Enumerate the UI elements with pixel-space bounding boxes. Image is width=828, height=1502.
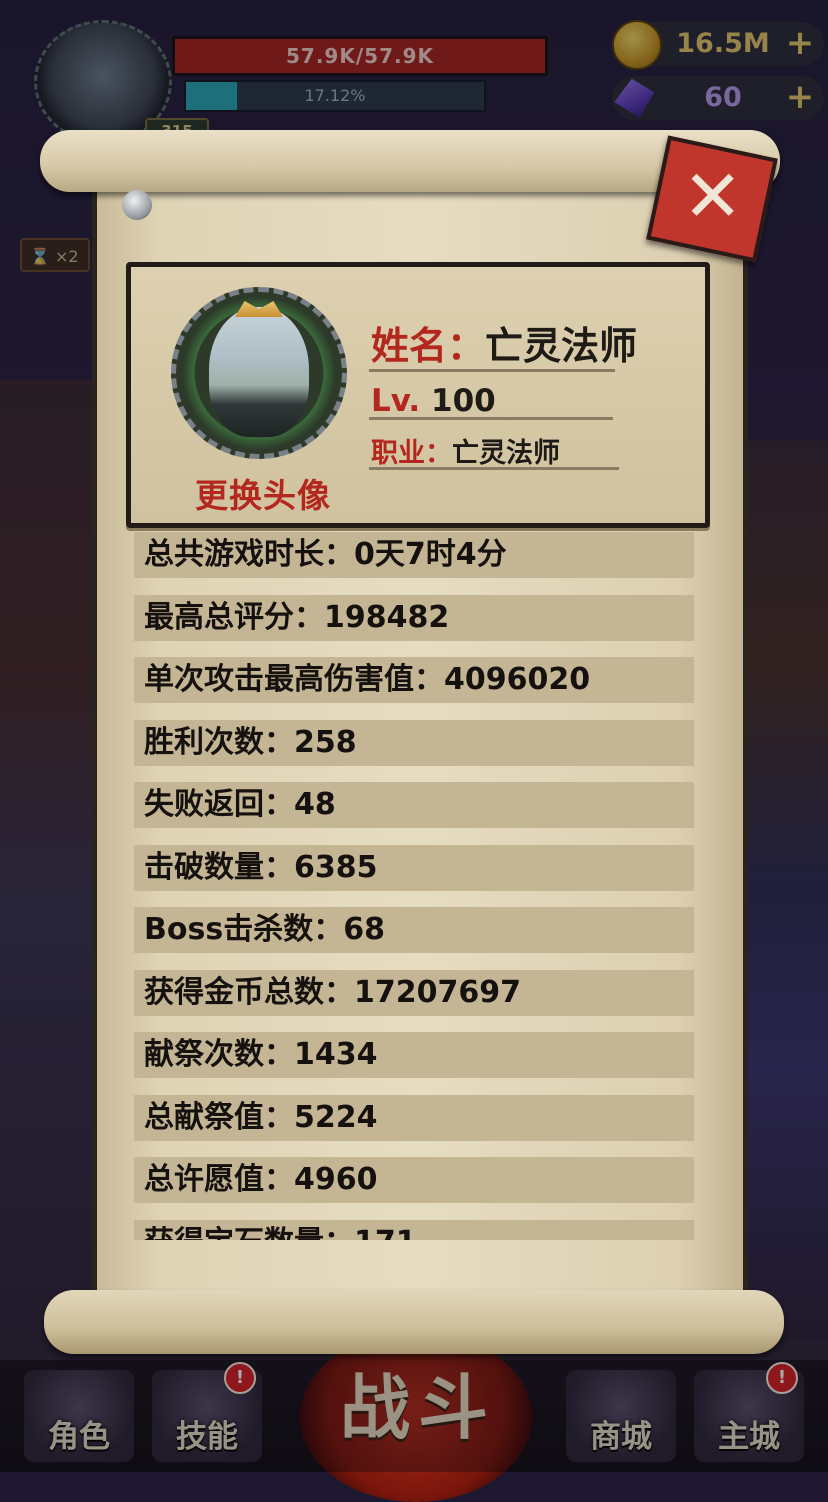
- stat-row: 总许愿值：4960: [134, 1157, 694, 1203]
- stat-row: 最高总评分：198482: [134, 594, 694, 641]
- scroll-bottom-roll: [44, 1290, 784, 1354]
- stat-label: 单次攻击最高伤害值：: [144, 662, 444, 697]
- stat-value: 171: [354, 1225, 417, 1241]
- stat-label: 总共游戏时长：: [144, 537, 354, 572]
- stat-label: 总献祭值：: [144, 1099, 294, 1135]
- stat-value: 4096020: [444, 662, 591, 697]
- stat-label: 击破数量：: [144, 849, 294, 885]
- stat-label: 失败返回：: [144, 787, 294, 822]
- stat-label: 获得宝石数量：: [144, 1225, 354, 1241]
- stat-row: 获得金币总数：17207697: [134, 969, 694, 1016]
- level-value: 100: [431, 383, 496, 419]
- name-label: 姓名：: [371, 324, 486, 368]
- stat-label: 胜利次数：: [144, 724, 294, 760]
- stat-label: 献祭次数：: [144, 1037, 294, 1072]
- stat-row: 总献祭值：5224: [134, 1094, 694, 1141]
- stat-label: Boss击杀数：: [144, 912, 344, 947]
- stat-label: 最高总评分：: [144, 599, 324, 635]
- stat-row: 单次攻击最高伤害值：4096020: [134, 657, 694, 703]
- stat-row: 失败返回：48: [134, 782, 694, 828]
- stat-row: Boss击杀数：68: [134, 907, 694, 953]
- level-row: Lv. 100: [371, 383, 496, 419]
- character-face: [209, 307, 309, 437]
- stats-list[interactable]: 总共游戏时长：0天7时4分 最高总评分：198482 单次攻击最高伤害值：40960…: [134, 532, 694, 1240]
- stat-value: 0天7时4分: [354, 537, 507, 572]
- job-row: 职业：亡灵法师: [371, 431, 560, 470]
- stat-label: 获得金币总数：: [144, 974, 354, 1010]
- stat-row: 击破数量：6385: [134, 844, 694, 891]
- level-label: Lv.: [371, 383, 421, 419]
- stat-value: 6385: [294, 849, 378, 885]
- pin-icon: [122, 190, 152, 220]
- stat-value: 258: [294, 724, 357, 760]
- stat-value: 4960: [294, 1162, 378, 1197]
- name-value: 亡灵法师: [485, 324, 638, 368]
- stat-row: 总共游戏时长：0天7时4分: [134, 532, 694, 578]
- stat-row: 献祭次数：1434: [134, 1032, 694, 1078]
- stat-value: 5224: [294, 1099, 378, 1135]
- stat-row: 胜利次数：258: [134, 719, 694, 766]
- job-value: 亡灵法师: [452, 438, 560, 469]
- stat-label: 总许愿值：: [144, 1162, 294, 1197]
- stat-row: 获得宝石数量：171: [134, 1219, 694, 1241]
- change-avatar-button[interactable]: 更换头像: [183, 469, 343, 517]
- stat-value: 48: [294, 787, 336, 822]
- divider: [369, 417, 613, 420]
- close-button[interactable]: ✕: [646, 135, 778, 263]
- close-icon: ✕: [682, 154, 743, 239]
- character-portrait[interactable]: [171, 287, 347, 459]
- divider: [369, 467, 619, 470]
- profile-card: 更换头像 姓名：亡灵法师 Lv. 100 职业：亡灵法师: [126, 262, 710, 528]
- name-row: 姓名：亡灵法师: [371, 315, 637, 370]
- job-label: 职业：: [371, 438, 452, 469]
- stat-value: 17207697: [354, 974, 521, 1010]
- stat-value: 68: [343, 912, 385, 947]
- stat-value: 1434: [294, 1037, 378, 1072]
- divider: [369, 369, 615, 372]
- stat-value: 198482: [324, 599, 450, 635]
